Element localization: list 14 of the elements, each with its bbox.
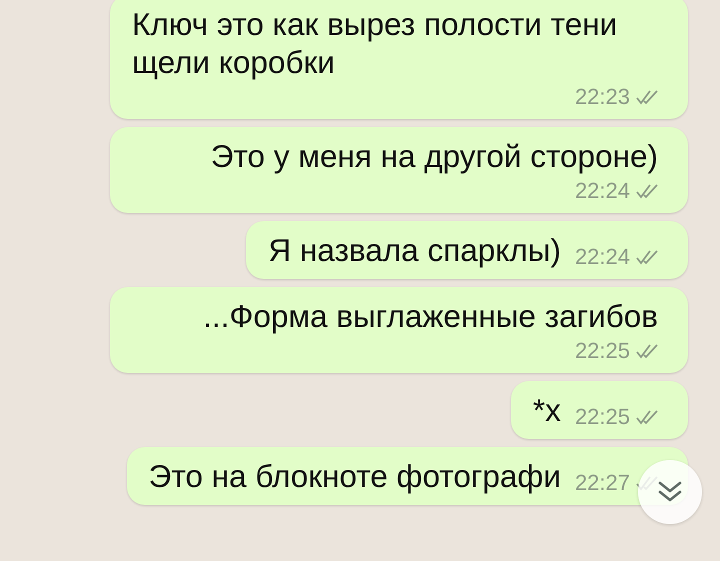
double-chevron-down-icon [657, 480, 683, 504]
message-text: Ключ это как вырез полости тени щели коробки [132, 5, 618, 81]
message-text: Я назвала спарклы) [268, 231, 561, 269]
message-time: 22:27 [574, 471, 630, 495]
message-time: 22:24 [574, 245, 630, 269]
message-text: Это у меня на другой стороне) [210, 137, 658, 175]
scroll-down-button[interactable] [638, 460, 702, 524]
message-text: ...Форма выглаженные загибов [203, 297, 658, 335]
message-time: 22:24 [574, 179, 630, 203]
message-time: 22:25 [574, 339, 630, 363]
message-text: Это на блокноте фотографи [148, 457, 561, 495]
message-text: *х [532, 391, 561, 429]
message-time: 22:25 [574, 405, 630, 429]
message-time: 22:23 [574, 85, 630, 109]
